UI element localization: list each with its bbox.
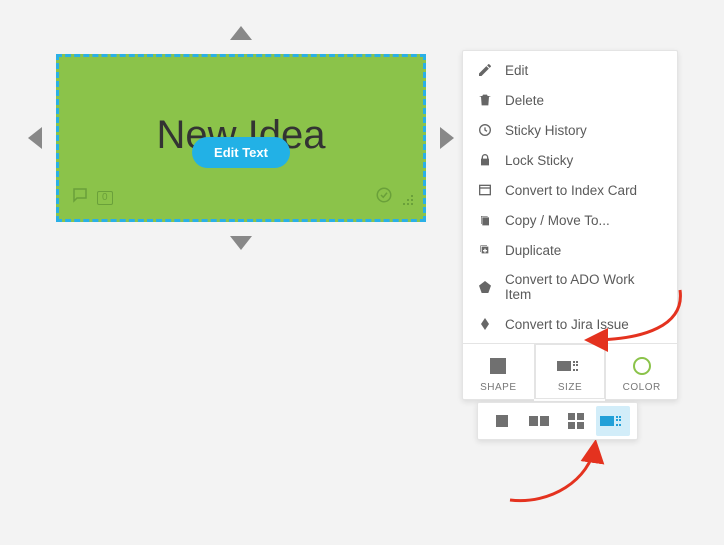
menu-item-label: Duplicate bbox=[505, 243, 561, 258]
resize-handle-right[interactable] bbox=[440, 127, 454, 149]
color-icon bbox=[606, 354, 677, 378]
comment-count: 0 bbox=[97, 191, 113, 205]
ado-icon bbox=[477, 279, 493, 295]
context-menu-list: Edit Delete Sticky History Lock Sticky C… bbox=[463, 51, 677, 343]
comment-icon[interactable] bbox=[71, 186, 89, 209]
jira-icon bbox=[477, 316, 493, 332]
sticky-bottom-right bbox=[375, 186, 413, 209]
pencil-icon bbox=[477, 62, 493, 78]
menu-item-delete[interactable]: Delete bbox=[463, 85, 677, 115]
menu-item-label: Edit bbox=[505, 63, 528, 78]
resize-handle-left[interactable] bbox=[28, 127, 42, 149]
menu-item-history[interactable]: Sticky History bbox=[463, 115, 677, 145]
trash-icon bbox=[477, 92, 493, 108]
card-icon bbox=[477, 182, 493, 198]
color-label: COLOR bbox=[623, 382, 661, 393]
duplicate-icon bbox=[477, 242, 493, 258]
menu-item-label: Delete bbox=[505, 93, 544, 108]
menu-item-label: Convert to ADO Work Item bbox=[505, 272, 663, 302]
color-button[interactable]: COLOR bbox=[605, 344, 677, 399]
lock-icon bbox=[477, 152, 493, 168]
sticky-bottom-left: 0 bbox=[71, 186, 113, 209]
size-option-2[interactable] bbox=[522, 406, 556, 436]
shape-label: SHAPE bbox=[480, 382, 516, 393]
context-menu: Edit Delete Sticky History Lock Sticky C… bbox=[462, 50, 678, 400]
menu-item-convert-index-card[interactable]: Convert to Index Card bbox=[463, 175, 677, 205]
menu-item-lock[interactable]: Lock Sticky bbox=[463, 145, 677, 175]
menu-item-convert-ado[interactable]: Convert to ADO Work Item bbox=[463, 265, 677, 309]
resize-handle-down[interactable] bbox=[230, 236, 252, 250]
annotation-arrow-2 bbox=[500, 440, 620, 510]
menu-item-duplicate[interactable]: Duplicate bbox=[463, 235, 677, 265]
sticky-note[interactable]: New Idea Edit Text 0 bbox=[56, 54, 426, 222]
size-icon bbox=[535, 354, 606, 378]
sticky-surface[interactable]: New Idea Edit Text 0 bbox=[56, 54, 426, 222]
menu-item-label: Copy / Move To... bbox=[505, 213, 610, 228]
size-button[interactable]: SIZE bbox=[534, 344, 606, 399]
size-popover bbox=[477, 402, 638, 440]
size-label: SIZE bbox=[558, 382, 582, 393]
edit-text-button[interactable]: Edit Text bbox=[192, 137, 290, 168]
drag-handle-icon[interactable] bbox=[399, 191, 413, 205]
menu-item-label: Convert to Jira Issue bbox=[505, 317, 629, 332]
size-option-4[interactable] bbox=[596, 406, 630, 436]
menu-item-label: Sticky History bbox=[505, 123, 587, 138]
size-option-3[interactable] bbox=[559, 406, 593, 436]
size-option-1[interactable] bbox=[485, 406, 519, 436]
menu-item-label: Convert to Index Card bbox=[505, 183, 637, 198]
menu-bottom-row: SHAPE SIZE COLOR bbox=[463, 343, 677, 399]
clock-icon bbox=[477, 122, 493, 138]
menu-item-label: Lock Sticky bbox=[505, 153, 573, 168]
menu-item-edit[interactable]: Edit bbox=[463, 55, 677, 85]
menu-item-convert-jira[interactable]: Convert to Jira Issue bbox=[463, 309, 677, 339]
shape-icon bbox=[463, 354, 534, 378]
resize-handle-up[interactable] bbox=[230, 26, 252, 40]
shape-button[interactable]: SHAPE bbox=[463, 344, 534, 399]
copy-icon bbox=[477, 212, 493, 228]
menu-item-copy-move[interactable]: Copy / Move To... bbox=[463, 205, 677, 235]
check-circle-icon[interactable] bbox=[375, 186, 393, 209]
